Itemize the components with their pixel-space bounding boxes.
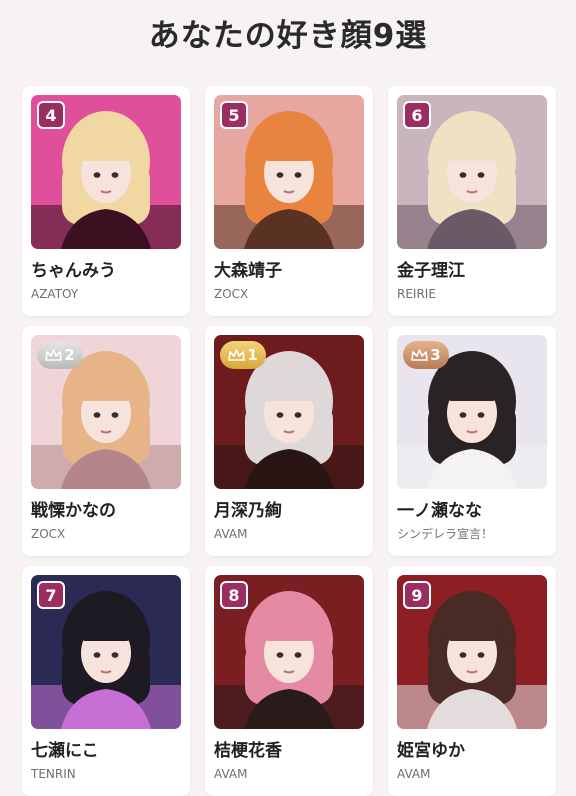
rank-badge: 4: [37, 101, 65, 129]
idol-group: ZOCX: [31, 527, 66, 541]
crown-icon: [228, 348, 246, 361]
page: あなたの好き顔9選 4 ちゃんみう AZATOY 5 大森靖子 ZOCX 6 金子理江 REIR…: [0, 0, 576, 796]
idol-name: 戦慄かなの: [31, 501, 116, 521]
crown-rank-badge: 3: [403, 341, 449, 369]
idol-photo: 6: [397, 95, 547, 249]
crown-rank-badge: 2: [37, 341, 83, 369]
rank-number: 3: [430, 346, 441, 364]
idol-photo: 8: [214, 575, 364, 729]
rank-number: 8: [228, 585, 240, 605]
idol-photo: 5: [214, 95, 364, 249]
rank-number: 5: [228, 105, 240, 125]
idol-card[interactable]: 1 月深乃絢 AVAM: [205, 326, 373, 556]
idol-card[interactable]: 2 戦慄かなの ZOCX: [22, 326, 190, 556]
rank-number: 7: [45, 585, 57, 605]
idol-group: TENRIN: [31, 767, 76, 781]
page-title: あなたの好き顔9選: [148, 18, 428, 54]
idol-name: ちゃんみう: [31, 261, 116, 281]
idol-photo: 1: [214, 335, 364, 489]
idol-photo: 3: [397, 335, 547, 489]
rank-badge: 7: [37, 581, 65, 609]
idol-group: AVAM: [214, 527, 248, 541]
idol-photo: 4: [31, 95, 181, 249]
crown-icon: [411, 348, 429, 361]
idol-name: 姫宮ゆか: [397, 741, 465, 761]
idol-name: 大森靖子: [214, 261, 282, 281]
rank-badge: 8: [220, 581, 248, 609]
rank-number: 6: [411, 105, 423, 125]
rank-number: 1: [247, 346, 258, 364]
idol-name: 桔梗花香: [214, 741, 282, 761]
idol-group: シンデレラ宣言！: [397, 527, 494, 541]
idol-name: 金子理江: [397, 261, 465, 281]
idol-card[interactable]: 7 七瀬にこ TENRIN: [22, 566, 190, 796]
idol-group: AVAM: [214, 767, 248, 781]
rank-number: 4: [45, 105, 57, 125]
idol-card[interactable]: 4 ちゃんみう AZATOY: [22, 86, 190, 316]
crown-icon: [45, 348, 63, 361]
idol-grid: 4 ちゃんみう AZATOY 5 大森靖子 ZOCX 6 金子理江 REIRIE 2 戦慄かなの ZO…: [22, 86, 556, 796]
rank-badge: 5: [220, 101, 248, 129]
idol-name: 月深乃絢: [214, 501, 282, 521]
idol-name: 七瀬にこ: [31, 741, 99, 761]
idol-group: AZATOY: [31, 287, 79, 301]
idol-card[interactable]: 5 大森靖子 ZOCX: [205, 86, 373, 316]
idol-card[interactable]: 8 桔梗花香 AVAM: [205, 566, 373, 796]
idol-group: REIRIE: [397, 287, 436, 301]
idol-card[interactable]: 6 金子理江 REIRIE: [388, 86, 556, 316]
rank-number: 2: [64, 346, 75, 364]
crown-rank-badge: 1: [220, 341, 266, 369]
idol-group: AVAM: [397, 767, 431, 781]
idol-group: ZOCX: [214, 287, 249, 301]
rank-badge: 9: [403, 581, 431, 609]
idol-card[interactable]: 3 一ノ瀬ななシンデレラ宣言！: [388, 326, 556, 556]
idol-photo: 7: [31, 575, 181, 729]
rank-badge: 6: [403, 101, 431, 129]
idol-card[interactable]: 9 姫宮ゆか AVAM: [388, 566, 556, 796]
idol-photo: 9: [397, 575, 547, 729]
idol-photo: 2: [31, 335, 181, 489]
rank-number: 9: [411, 585, 423, 605]
idol-name: 一ノ瀬なな: [397, 501, 482, 521]
